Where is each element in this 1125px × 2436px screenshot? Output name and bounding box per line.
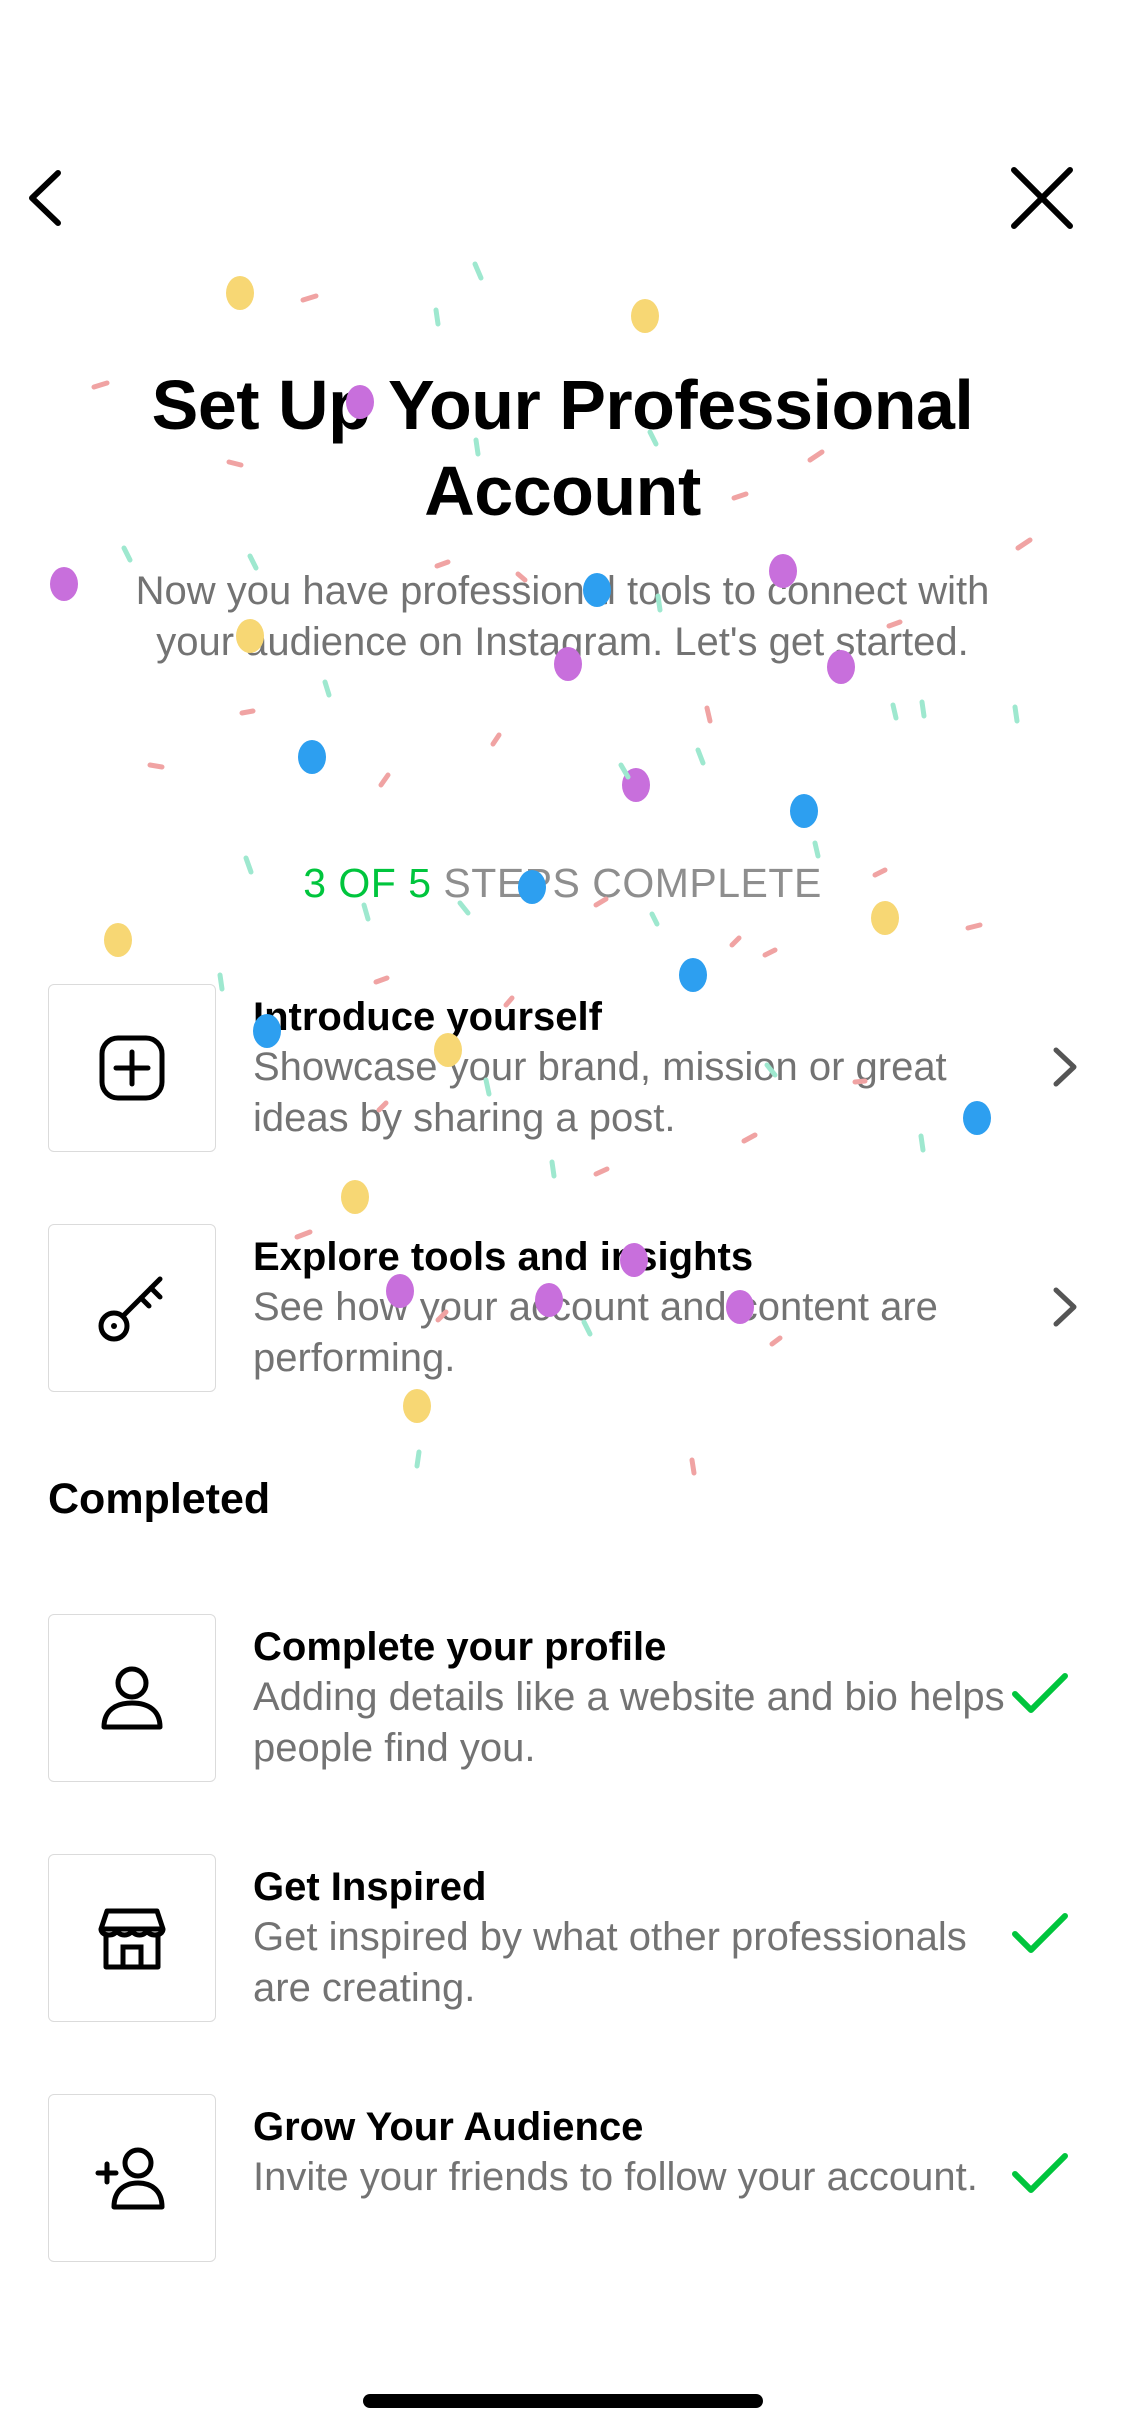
step-icon-box (48, 1854, 216, 2022)
chevron-left-icon (29, 170, 61, 226)
checkmark-icon (1012, 1913, 1068, 1953)
step-description: See how your account and content are per… (253, 1285, 938, 1380)
completed-item-profile[interactable]: Complete your profile Adding details lik… (0, 1614, 1125, 1784)
add-post-icon (99, 1035, 165, 1101)
step-text: Explore tools and insights See how your … (253, 1232, 1013, 1384)
completed-heading: Completed (48, 1475, 271, 1523)
page-subtitle: Now you have professional tools to conne… (135, 569, 990, 664)
store-icon (98, 1908, 166, 1970)
steps-progress-text: 3 OF 5 STEPS COMPLETE (0, 860, 1125, 907)
step-text: Complete your profile Adding details lik… (253, 1622, 1013, 1774)
step-description: Adding details like a website and bio he… (253, 1675, 1005, 1770)
chevron-right-icon (1053, 1287, 1077, 1327)
step-title: Get Inspired (253, 1865, 487, 1909)
step-text: Grow Your Audience Invite your friends t… (253, 2102, 1013, 2203)
steps-done-count: 3 OF 5 (303, 860, 432, 906)
profile-icon (101, 1666, 163, 1730)
step-description: Get inspired by what other professionals… (253, 1915, 967, 2010)
page-title: Set Up Your Professional Account (151, 366, 974, 530)
step-icon-box (48, 1614, 216, 1782)
step-description: Invite your friends to follow your accou… (253, 2155, 978, 2199)
chevron-right-icon (1053, 1047, 1077, 1087)
step-explore-tools[interactable]: Explore tools and insights See how your … (0, 1224, 1125, 1394)
steps-complete-label: STEPS COMPLETE (431, 860, 822, 906)
completed-item-inspired[interactable]: Get Inspired Get inspired by what other … (0, 1854, 1125, 2024)
add-follower-icon (95, 2147, 165, 2210)
step-icon-box (48, 2094, 216, 2262)
step-description: Showcase your brand, mission or great id… (253, 1045, 947, 1140)
step-text: Get Inspired Get inspired by what other … (253, 1862, 1013, 2014)
step-text: Introduce yourself Showcase your brand, … (253, 992, 1013, 1144)
step-introduce-yourself[interactable]: Introduce yourself Showcase your brand, … (0, 984, 1125, 1154)
checkmark-icon (1012, 1673, 1068, 1713)
step-title: Complete your profile (253, 1625, 667, 1669)
checkmark-icon (1012, 2153, 1068, 2193)
back-button[interactable] (20, 165, 80, 231)
home-indicator[interactable] (363, 2394, 763, 2408)
step-title: Explore tools and insights (253, 1235, 754, 1279)
step-title: Introduce yourself (253, 995, 602, 1039)
step-title: Grow Your Audience (253, 2105, 644, 2149)
key-icon (98, 1276, 163, 1342)
close-button[interactable] (1010, 165, 1074, 231)
step-icon-box (48, 1224, 216, 1392)
step-icon-box (48, 984, 216, 1152)
completed-item-audience[interactable]: Grow Your Audience Invite your friends t… (0, 2094, 1125, 2264)
close-icon (1011, 167, 1073, 229)
